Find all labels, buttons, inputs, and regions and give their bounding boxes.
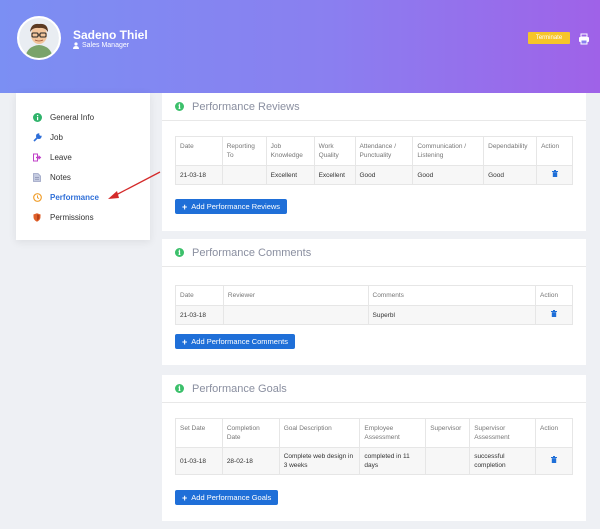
reviews-table: Date Reporting To Job Knowledge Work Qua… — [175, 135, 573, 186]
table-cell — [221, 165, 267, 186]
sidebar: General Info Job Leave Notes Performance… — [16, 93, 150, 240]
column-header: Goal Description — [278, 417, 361, 449]
sidebar-item-performance[interactable]: Performance — [32, 190, 99, 204]
plus-icon: + — [182, 336, 188, 347]
table-cell: Good — [412, 165, 485, 186]
column-header: Reviewer — [222, 284, 369, 307]
table-cell: 28-02-18 — [221, 447, 280, 476]
table-cell: Good — [354, 165, 414, 186]
trash-icon[interactable] — [551, 170, 558, 178]
button-label: Add Performance Reviews — [191, 202, 281, 211]
sidebar-item-leave[interactable]: Leave — [32, 150, 72, 164]
table-cell: 21-03-18 — [175, 165, 223, 186]
table-row: 21-03-18 Excellent Excellent Good Good G… — [175, 165, 573, 186]
sidebar-item-notes[interactable]: Notes — [32, 170, 71, 184]
sidebar-item-job[interactable]: Job — [32, 130, 63, 144]
column-header: Work Quality — [313, 135, 356, 167]
column-header: Set Date — [175, 417, 223, 449]
trash-icon[interactable] — [551, 310, 557, 318]
sidebar-item-label: Permissions — [50, 212, 94, 222]
card-title: Performance Goals — [192, 382, 287, 395]
info-circle-icon: i — [175, 384, 184, 393]
terminate-button[interactable]: Terminate — [528, 32, 570, 44]
column-header: Reporting To — [221, 135, 267, 167]
column-header: Supervisor Assessment — [469, 417, 537, 449]
table-cell: Excellent — [313, 165, 356, 186]
profile-name: Sadeno Thiel — [73, 28, 148, 42]
clock-icon — [32, 192, 42, 202]
table-cell: 01-03-18 — [175, 447, 223, 476]
sidebar-item-label: Notes — [50, 172, 71, 182]
avatar — [17, 16, 61, 60]
table-row: 01-03-18 28-02-18 Complete web design in… — [175, 447, 573, 476]
column-header: Employee Assessment — [359, 417, 427, 449]
sidebar-item-permissions[interactable]: Permissions — [32, 210, 94, 224]
sidebar-item-label: Job — [50, 132, 63, 142]
printer-icon[interactable] — [578, 32, 590, 45]
action-cell — [535, 305, 573, 326]
table-cell: Good — [483, 165, 538, 186]
sidebar-item-label: Leave — [50, 152, 72, 162]
table-cell: successful completion — [469, 447, 537, 476]
column-header: Dependability — [483, 135, 538, 167]
user-icon — [73, 42, 79, 49]
goals-table: Set Date Completion Date Goal Descriptio… — [175, 417, 573, 476]
table-cell: Excellent — [265, 165, 315, 186]
wrench-icon — [32, 132, 42, 142]
add-performance-reviews-button[interactable]: + Add Performance Reviews — [175, 199, 288, 214]
trash-icon[interactable] — [551, 456, 557, 464]
column-header: Action — [535, 284, 573, 307]
comments-table: Date Reviewer Comments Action 21-03-18 S… — [175, 284, 573, 326]
add-performance-comments-button[interactable]: + Add Performance Comments — [175, 334, 295, 349]
plus-icon: + — [182, 492, 188, 503]
sidebar-item-label: General Info — [50, 112, 95, 122]
info-circle-icon: i — [175, 102, 184, 111]
table-cell: Complete web design in 3 weeks — [278, 447, 361, 476]
column-header: Completion Date — [221, 417, 280, 449]
add-performance-goals-button[interactable]: + Add Performance Goals — [175, 490, 279, 505]
performance-reviews-card: i Performance Reviews Date Reporting To … — [162, 93, 586, 231]
performance-goals-card: i Performance Goals Set Date Completion … — [162, 375, 586, 521]
column-header: Action — [536, 135, 573, 167]
column-header: Date — [175, 284, 224, 307]
button-label: Add Performance Goals — [191, 493, 272, 502]
shield-icon — [32, 212, 42, 222]
profile-role-label: Sales Manager — [82, 42, 130, 49]
table-row: 21-03-18 Superbl — [175, 305, 573, 326]
column-header: Attendance / Punctuality — [354, 135, 414, 167]
table-cell: completed in 11 days — [359, 447, 427, 476]
column-header: Communication / Listening — [412, 135, 485, 167]
info-circle-icon: i — [175, 248, 184, 257]
column-header: Supervisor — [425, 417, 471, 449]
table-cell: Superbl — [367, 305, 537, 326]
sign-out-icon — [32, 152, 42, 162]
plus-icon: + — [182, 201, 188, 212]
action-cell — [535, 447, 573, 476]
performance-comments-card: i Performance Comments Date Reviewer Com… — [162, 239, 586, 365]
button-label: Add Performance Comments — [191, 337, 288, 346]
annotation-arrow — [108, 171, 161, 199]
table-cell: 21-03-18 — [175, 305, 224, 326]
card-header: i Performance Reviews — [162, 93, 586, 121]
document-icon — [32, 172, 42, 182]
column-header: Job Knowledge — [265, 135, 315, 167]
info-circle-icon — [32, 112, 42, 122]
action-cell — [536, 165, 573, 186]
card-title: Performance Reviews — [192, 100, 300, 113]
profile-role: Sales Manager — [73, 42, 129, 49]
table-cell — [222, 305, 369, 326]
sidebar-item-general-info[interactable]: General Info — [32, 110, 94, 124]
card-header: i Performance Comments — [162, 239, 586, 267]
table-cell — [425, 447, 471, 476]
card-header: i Performance Goals — [162, 375, 586, 403]
column-header: Action — [535, 417, 573, 449]
sidebar-item-label: Performance — [50, 192, 99, 202]
card-title: Performance Comments — [192, 246, 312, 259]
column-header: Date — [175, 135, 223, 167]
column-header: Comments — [367, 284, 537, 307]
